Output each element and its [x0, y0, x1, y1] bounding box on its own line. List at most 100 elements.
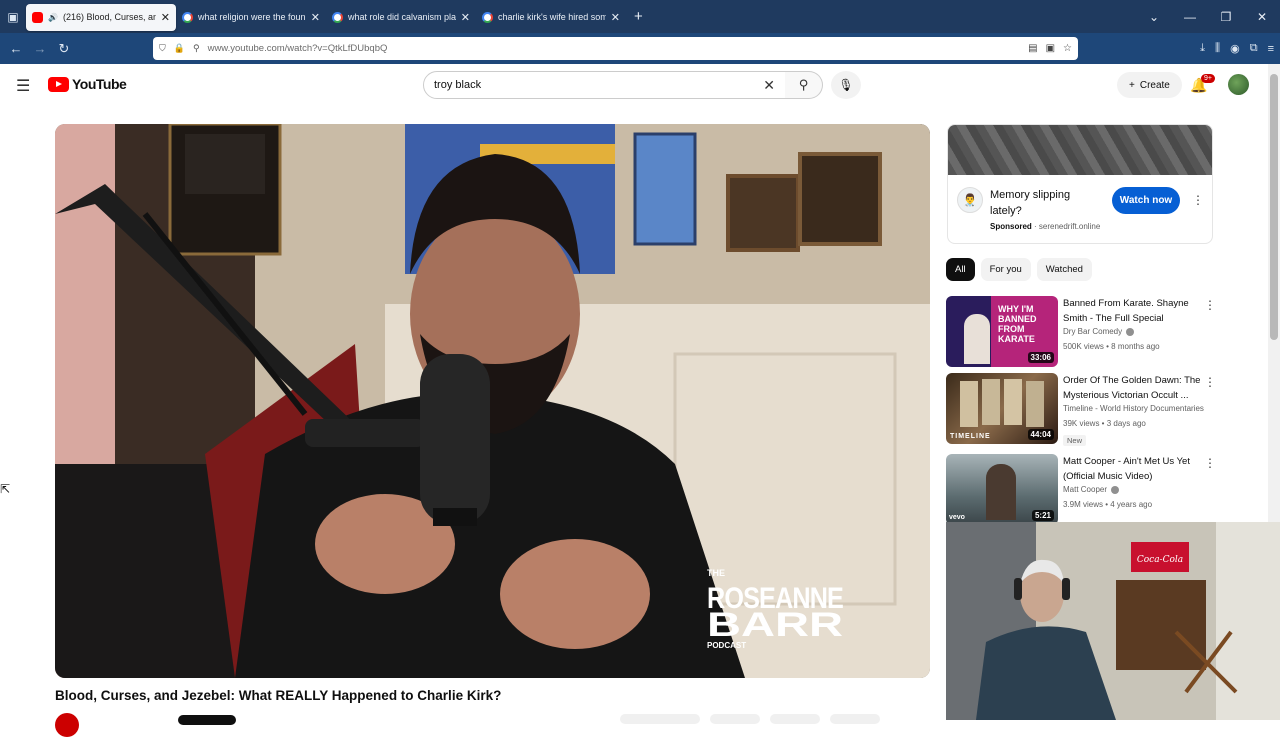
video-duration: 33:06 [1027, 352, 1054, 363]
scrollbar-thumb[interactable] [1270, 74, 1278, 340]
thumbnail-card [960, 381, 978, 427]
youtube-favicon-icon [32, 11, 43, 23]
bookmark-star-icon[interactable]: ☆ [1063, 43, 1072, 54]
permissions-icon[interactable]: ⚲ [193, 43, 200, 54]
channel-avatar[interactable] [55, 713, 79, 737]
ad-banner-image[interactable] [948, 125, 1212, 175]
recommendation-item[interactable]: vevo 5:21 Matt Cooper - Ain't Met Us Yet… [946, 454, 1216, 526]
watermark-line2: BARR [707, 606, 843, 644]
new-badge: New [1063, 435, 1087, 446]
tab-2[interactable]: what role did calvanism play in ✕ [326, 4, 476, 31]
speaker-icon[interactable]: 🔊 [48, 13, 58, 22]
subscribe-button[interactable] [178, 715, 236, 725]
video-title: Blood, Curses, and Jezebel: What REALLY … [55, 688, 502, 703]
ad-sponsored-label: Sponsored [990, 222, 1032, 231]
youtube-logo[interactable]: YouTube [48, 76, 127, 92]
search-value: troy black [434, 79, 482, 91]
clear-search-icon[interactable]: ✕ [763, 77, 775, 94]
tab-overflow-chevron-icon[interactable]: ⌄ [1136, 10, 1172, 24]
search-button[interactable]: ⚲ [785, 71, 823, 99]
webcam-overlay: Coca-Cola [946, 522, 1280, 720]
close-tab-icon[interactable]: ✕ [311, 11, 320, 24]
recommendation-item[interactable]: WHY I'M BANNED FROM KARATE 33:06 Banned … [946, 296, 1216, 368]
chip-all[interactable]: All [946, 258, 975, 281]
create-label: Create [1139, 79, 1170, 91]
address-bar[interactable]: ⛉ 🔒 ⚲ www.youtube.com/watch?v=QtkLfDUbqb… [153, 37, 1078, 60]
shield-icon[interactable]: ⛉ [159, 43, 166, 54]
close-tab-icon[interactable]: ✕ [161, 11, 170, 24]
reader-view-icon[interactable]: ▤ [1028, 43, 1037, 54]
video-title[interactable]: Banned From Karate. Shayne Smith - The F… [1063, 296, 1201, 326]
video-title[interactable]: Order Of The Golden Dawn: The Mysterious… [1063, 373, 1201, 403]
google-favicon-icon [482, 11, 493, 23]
search-icon: ⚲ [798, 77, 809, 92]
more-vert-icon[interactable]: ⋮ [1204, 298, 1216, 312]
thumbnail-card [982, 379, 1000, 425]
video-title[interactable]: Matt Cooper - Ain't Met Us Yet (Official… [1063, 454, 1201, 484]
user-avatar[interactable] [1228, 74, 1249, 95]
ad-watch-now-button[interactable]: Watch now [1112, 187, 1180, 214]
tab-3[interactable]: charlie kirk's wife hired someon ✕ [476, 4, 626, 31]
watermark-podcast: PODCAST [707, 641, 746, 650]
tab-list-icon[interactable]: ▣ [0, 0, 26, 33]
create-button[interactable]: + Create [1117, 72, 1182, 98]
coca-cola-sign-text: Coca-Cola [1137, 555, 1183, 565]
pocket-icon[interactable]: ▣ [1046, 43, 1055, 54]
extensions-icon[interactable]: ⧉ [1250, 42, 1258, 55]
share-button[interactable] [710, 714, 760, 724]
back-icon[interactable]: ← [4, 41, 28, 56]
video-player[interactable]: THE ROSEANNE BARR PODCAST [55, 124, 930, 678]
menu-icon[interactable]: ≡ [1268, 43, 1274, 55]
forward-icon[interactable]: → [28, 41, 52, 56]
google-favicon-icon [182, 11, 193, 23]
ad-headline[interactable]: Memory slipping lately? [990, 187, 1085, 219]
tab-1[interactable]: what religion were the founding ✕ [176, 4, 326, 31]
video-thumbnail[interactable]: vevo 5:21 [946, 454, 1058, 525]
ad-advertiser-avatar[interactable]: 👨‍⚕️ [957, 187, 983, 213]
video-thumbnail[interactable]: TIMELINE 44:04 [946, 373, 1058, 444]
mouse-cursor-icon: ⇱ [0, 482, 11, 496]
chip-for-you[interactable]: For you [980, 258, 1031, 281]
close-tab-icon[interactable]: ✕ [611, 11, 620, 24]
toolbar-right: ⤓ ⫼ ◉ ⧉ ≡ [1200, 33, 1274, 64]
chip-watched[interactable]: Watched [1036, 258, 1092, 281]
logo-text: YouTube [72, 76, 127, 92]
hamburger-menu-icon[interactable]: ☰ [16, 76, 30, 96]
channel-name[interactable]: Matt Cooper [1063, 485, 1107, 494]
clip-button[interactable] [830, 714, 880, 724]
window-controls: ⌄ — ❐ ✕ [1136, 0, 1280, 33]
recommendation-item[interactable]: TIMELINE 44:04 Order Of The Golden Dawn:… [946, 373, 1216, 446]
channel-line[interactable]: Matt Cooper [1063, 485, 1213, 494]
close-tab-icon[interactable]: ✕ [461, 11, 470, 24]
download-icon[interactable]: ⤓ [1200, 42, 1205, 55]
close-window-icon[interactable]: ✕ [1244, 10, 1280, 24]
more-vert-icon[interactable]: ⋮ [1204, 456, 1216, 470]
video-thumbnail[interactable]: WHY I'M BANNED FROM KARATE 33:06 [946, 296, 1058, 367]
lock-icon[interactable]: 🔒 [174, 43, 185, 54]
ad-sponsored-line: Sponsored · serenedrift.online [990, 222, 1101, 231]
sponsored-ad-card[interactable]: 👨‍⚕️ Memory slipping lately? Sponsored ·… [947, 124, 1213, 244]
more-vert-icon[interactable]: ⋮ [1204, 375, 1216, 389]
account-icon[interactable]: ◉ [1230, 42, 1240, 55]
new-tab-icon[interactable]: + [634, 8, 643, 25]
more-vert-icon[interactable]: ⋮ [1192, 193, 1204, 207]
restore-icon[interactable]: ❐ [1208, 10, 1244, 24]
channel-name[interactable]: Timeline - World History Documentaries [1063, 404, 1213, 413]
channel-line[interactable]: Dry Bar Comedy [1063, 327, 1213, 336]
like-button[interactable] [620, 714, 700, 724]
search-input[interactable]: troy black ✕ [423, 71, 786, 99]
channel-name[interactable]: Dry Bar Comedy [1063, 327, 1122, 336]
url-text[interactable]: www.youtube.com/watch?v=QtkLfDUbqbQ [208, 43, 1021, 54]
video-duration: 44:04 [1027, 429, 1054, 440]
tab-0[interactable]: 🔊 (216) Blood, Curses, and Je... ✕ [26, 3, 176, 31]
video-actions [620, 714, 880, 724]
library-icon[interactable]: ⫼ [1215, 42, 1220, 55]
video-duration: 5:21 [1031, 510, 1054, 521]
plus-icon: + [1129, 79, 1135, 91]
download-button[interactable] [770, 714, 820, 724]
reload-icon[interactable]: ↻ [52, 41, 76, 57]
voice-search-button[interactable]: 🎙 [831, 71, 861, 99]
thumbnail-card [1026, 381, 1044, 427]
minimize-icon[interactable]: — [1172, 10, 1208, 24]
tab-title: what religion were the founding [198, 12, 306, 22]
